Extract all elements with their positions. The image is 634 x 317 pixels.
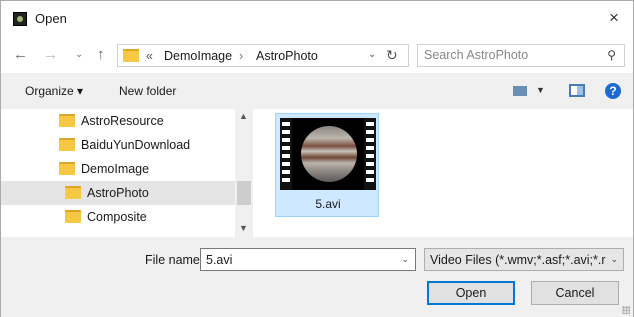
tree-item-label: DemoImage xyxy=(81,162,150,176)
folder-icon xyxy=(59,162,75,175)
file-name-combobox[interactable]: 5.avi ⌄ xyxy=(200,248,416,271)
folder-icon xyxy=(59,138,75,151)
new-folder-button[interactable]: New folder xyxy=(119,84,176,98)
file-name-label: File name: xyxy=(145,253,204,267)
tree-item-astroresource[interactable]: AstroResource xyxy=(11,109,235,133)
jupiter-thumbnail-image xyxy=(301,126,357,182)
folder-icon xyxy=(65,210,81,223)
app-icon xyxy=(13,12,27,26)
tree-item-label: BaiduYunDownload xyxy=(81,138,191,152)
recent-locations-chevron-icon[interactable]: ⌄ xyxy=(75,49,83,60)
file-type-filter-select[interactable]: Video Files (*.wmv;*.asf;*.avi;*.r ⌄ xyxy=(424,248,624,271)
command-bar: Organize ▾ New folder ▼ ? xyxy=(1,73,633,109)
preview-pane-icon[interactable] xyxy=(569,84,585,97)
file-name-dropdown-icon[interactable]: ⌄ xyxy=(401,254,409,265)
folder-icon xyxy=(123,49,139,62)
tree-item-demoimage[interactable]: DemoImage xyxy=(11,157,235,181)
breadcrumb-item-astrophoto[interactable]: AstroPhoto xyxy=(256,49,318,63)
help-icon[interactable]: ? xyxy=(605,83,621,99)
file-name-panel: File name: 5.avi ⌄ Video Files (*.wmv;*.… xyxy=(1,237,633,317)
file-item[interactable]: 5.avi xyxy=(275,113,379,217)
forward-arrow-icon[interactable]: → xyxy=(43,46,58,63)
navigation-pane: AstroResource BaiduYunDownload DemoImage… xyxy=(1,109,253,237)
scrollbar-thumb[interactable] xyxy=(237,181,251,205)
breadcrumb-overflow[interactable]: « xyxy=(146,49,153,63)
breadcrumb-separator-icon[interactable]: › xyxy=(239,49,243,63)
file-list: 5.avi xyxy=(253,109,633,237)
organize-menu-button[interactable]: Organize ▾ xyxy=(25,84,83,98)
tree-item-baiduyundownload[interactable]: BaiduYunDownload xyxy=(11,133,235,157)
file-name-value[interactable]: 5.avi xyxy=(206,253,232,267)
refresh-icon[interactable]: ↻ xyxy=(386,47,398,64)
address-dropdown-icon[interactable]: ⌄ xyxy=(368,49,376,60)
title-bar: Open × xyxy=(1,1,633,37)
close-button[interactable]: × xyxy=(603,7,625,29)
tree-item-astrophoto[interactable]: AstroPhoto xyxy=(1,181,235,205)
open-dialog: Open × ← → ⌄ ↑ « DemoImage › AstroPhoto … xyxy=(0,0,634,317)
window-title: Open xyxy=(35,11,67,26)
search-box[interactable]: ⚲ xyxy=(417,44,625,67)
tree-item-label: AstroPhoto xyxy=(87,186,149,200)
change-view-icon[interactable] xyxy=(513,86,527,96)
folder-icon xyxy=(65,186,81,199)
navigation-bar: ← → ⌄ ↑ « DemoImage › AstroPhoto ⌄ ↻ ⚲ xyxy=(1,37,633,73)
view-options-dropdown-icon[interactable]: ▼ xyxy=(536,85,545,95)
open-button[interactable]: Open xyxy=(427,281,515,305)
search-icon[interactable]: ⚲ xyxy=(607,48,616,62)
tree-item-composite[interactable]: Composite xyxy=(1,205,235,229)
tree-scrollbar[interactable]: ▲ ▼ xyxy=(235,109,253,237)
file-item-label: 5.avi xyxy=(315,197,341,211)
scroll-up-icon[interactable]: ▲ xyxy=(239,111,248,121)
address-bar[interactable]: « DemoImage › AstroPhoto ⌄ ↻ xyxy=(117,44,409,67)
back-arrow-icon[interactable]: ← xyxy=(13,46,28,63)
file-type-filter-value: Video Files (*.wmv;*.asf;*.avi;*.r xyxy=(430,253,606,267)
scroll-down-icon[interactable]: ▼ xyxy=(239,223,248,233)
tree-item-label: AstroResource xyxy=(81,114,164,128)
up-arrow-icon[interactable]: ↑ xyxy=(97,46,105,63)
breadcrumb-item-demoimage[interactable]: DemoImage xyxy=(164,49,232,63)
search-input[interactable] xyxy=(424,48,594,62)
tree-item-label: Composite xyxy=(87,210,147,224)
resize-grip-icon[interactable] xyxy=(622,306,630,314)
folder-icon xyxy=(59,114,75,127)
cancel-button[interactable]: Cancel xyxy=(531,281,619,305)
video-thumbnail-icon xyxy=(280,118,376,190)
file-type-dropdown-icon[interactable]: ⌄ xyxy=(610,254,618,265)
